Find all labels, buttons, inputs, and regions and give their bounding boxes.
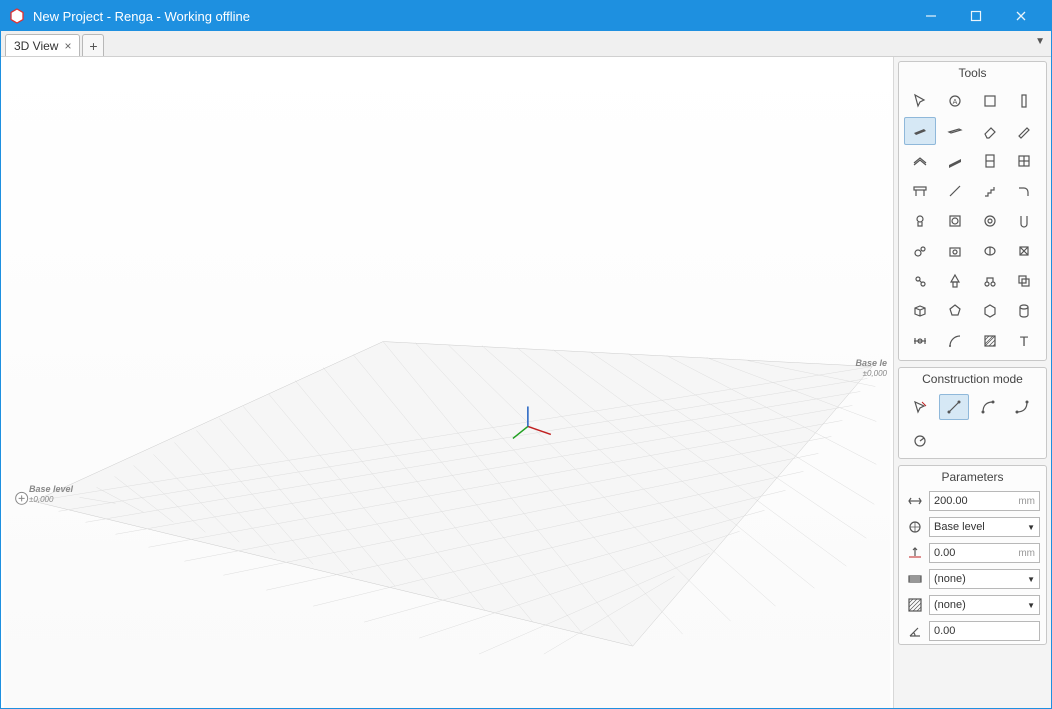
titlebar: New Project - Renga - Working offline (1, 1, 1051, 31)
param-hatch-select[interactable]: (none)▼ (929, 595, 1040, 615)
tool-erase[interactable] (974, 117, 1006, 145)
tool-wall[interactable] (904, 117, 936, 145)
param-offset-input[interactable]: 0.00mm (929, 543, 1040, 563)
level-label-left: Base level±0,000 (29, 485, 73, 505)
tool-misc4[interactable] (1008, 267, 1040, 295)
tool-misc3[interactable] (974, 267, 1006, 295)
close-button[interactable] (998, 1, 1043, 31)
mode-line[interactable] (939, 394, 969, 420)
mode-panel-title: Construction mode (899, 368, 1046, 390)
tool-misc1[interactable] (904, 267, 936, 295)
tool-fixture1[interactable] (904, 207, 936, 235)
tool-misc2[interactable] (939, 267, 971, 295)
param-thickness-icon (905, 491, 925, 511)
tool-roof[interactable] (904, 147, 936, 175)
tab-label: 3D View (14, 39, 58, 53)
maximize-button[interactable] (953, 1, 998, 31)
tool-fixture3[interactable] (974, 207, 1006, 235)
tool-prim-cube[interactable] (904, 297, 936, 325)
parameters-panel: Parameters 200.00mm Base level▼ 0.00mm (… (898, 465, 1047, 645)
tool-equip1[interactable] (904, 237, 936, 265)
tool-dim[interactable] (904, 327, 936, 355)
tool-text[interactable]: T (1008, 327, 1040, 355)
param-thickness-input[interactable]: 200.00mm (929, 491, 1040, 511)
tool-prim-poly[interactable] (939, 297, 971, 325)
svg-text:A: A (952, 99, 957, 106)
tools-panel-title: Tools (899, 62, 1046, 84)
tool-equip2[interactable] (939, 237, 971, 265)
tool-ramp[interactable] (939, 147, 971, 175)
tool-cube[interactable] (974, 87, 1006, 115)
tool-select[interactable] (904, 87, 936, 115)
mode-arc1[interactable] (973, 394, 1003, 420)
param-hatch-icon (905, 595, 925, 615)
tool-fixture2[interactable] (939, 207, 971, 235)
param-angle-icon (905, 621, 925, 641)
tool-marker[interactable]: A (939, 87, 971, 115)
minimize-button[interactable] (908, 1, 953, 31)
level-label-right: Base le±0,000 (855, 359, 887, 379)
param-offset-icon (905, 543, 925, 563)
mode-circle[interactable] (905, 428, 935, 454)
tool-column[interactable] (1008, 87, 1040, 115)
param-angle-input[interactable]: 0.00 (929, 621, 1040, 641)
tool-arc[interactable] (939, 327, 971, 355)
params-panel-title: Parameters (899, 466, 1046, 488)
tool-stair[interactable] (974, 177, 1006, 205)
mode-point[interactable] (905, 394, 935, 420)
tool-prim-cyl[interactable] (1008, 297, 1040, 325)
tool-window[interactable] (1008, 147, 1040, 175)
tool-fixture4[interactable] (1008, 207, 1040, 235)
tools-panel: Tools A (898, 61, 1047, 361)
tool-prim-hex[interactable] (974, 297, 1006, 325)
tab-bar: 3D View × + ▼ (1, 31, 1051, 57)
tool-equip4[interactable] (1008, 237, 1040, 265)
canvas-area: ▼ ▼ ▼ ▼ ▼ ▼ (1, 57, 893, 708)
3d-viewport[interactable]: Base level±0,000 Base le±0,000 (1, 57, 893, 708)
param-level-icon (905, 517, 925, 537)
svg-text:T: T (1020, 333, 1029, 349)
app-logo-icon (9, 8, 25, 24)
tab-close-icon[interactable]: × (64, 39, 71, 53)
tool-pipe[interactable] (1008, 177, 1040, 205)
right-panel: Tools A (893, 57, 1051, 708)
tool-hatch[interactable] (974, 327, 1006, 355)
window-title: New Project - Renga - Working offline (33, 9, 908, 24)
tab-add-button[interactable]: + (82, 34, 104, 56)
tab-3d-view[interactable]: 3D View × (5, 34, 80, 56)
mode-arc2[interactable] (1007, 394, 1037, 420)
tool-pencil[interactable] (1008, 117, 1040, 145)
workspace: ▼ ▼ ▼ ▼ ▼ ▼ (1, 57, 1051, 708)
param-material-select[interactable]: (none)▼ (929, 569, 1040, 589)
construction-mode-panel: Construction mode (898, 367, 1047, 459)
tool-line[interactable] (939, 177, 971, 205)
tool-slab[interactable] (939, 117, 971, 145)
tool-door[interactable] (974, 147, 1006, 175)
tool-table[interactable] (904, 177, 936, 205)
tool-equip3[interactable] (974, 237, 1006, 265)
param-level-select[interactable]: Base level▼ (929, 517, 1040, 537)
tab-overflow-icon[interactable]: ▼ (1035, 36, 1045, 47)
param-material-icon (905, 569, 925, 589)
